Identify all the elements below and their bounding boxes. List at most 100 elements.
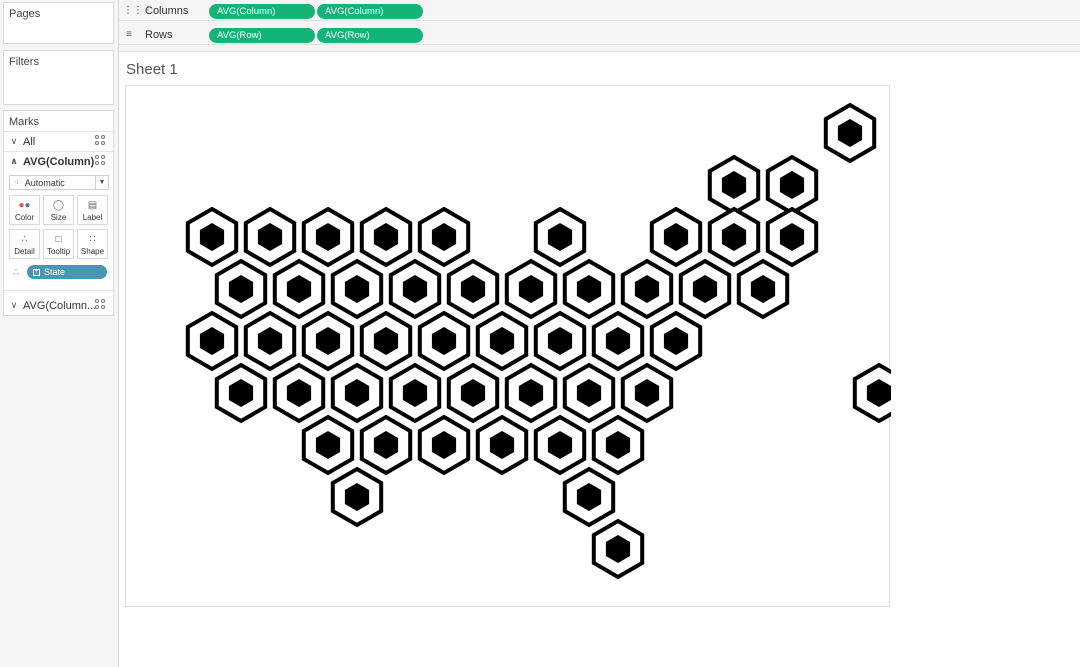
state-hex-mark[interactable] <box>272 362 326 424</box>
state-hex-mark[interactable] <box>591 414 645 476</box>
filters-title: Filters <box>9 56 39 68</box>
state-hex-mark[interactable] <box>475 414 529 476</box>
automatic-marks-icon: ⁘ <box>14 178 21 187</box>
state-hex-mark[interactable] <box>301 310 355 372</box>
columns-shelf[interactable]: ⋮⋮⋮ Columns AVG(Column) AVG(Column) <box>119 1 1080 21</box>
state-hex-mark[interactable] <box>504 258 558 320</box>
automatic-marks-icon <box>95 155 107 167</box>
columns-icon: ⋮⋮⋮ <box>123 5 153 16</box>
state-hex-mark[interactable] <box>243 310 297 372</box>
state-hex-mark[interactable] <box>504 362 558 424</box>
columns-pill-2[interactable]: AVG(Column) <box>317 4 423 19</box>
state-hex-mark[interactable] <box>707 154 761 216</box>
state-hex-mark[interactable] <box>707 206 761 268</box>
tooltip-button[interactable]: □ Tooltip <box>43 229 74 259</box>
size-button[interactable]: ◯ Size <box>43 195 74 225</box>
color-icon: ●● <box>18 200 31 211</box>
color-button[interactable]: ●● Color <box>9 195 40 225</box>
marks-title: Marks <box>9 116 39 128</box>
rows-icon: ≡ <box>126 29 132 40</box>
plus-box-icon: + <box>33 268 40 276</box>
chevron-up-icon: ∧ <box>10 156 18 166</box>
mark-type-dropdown[interactable]: ⁘ Automatic ▼ <box>9 175 109 190</box>
state-hex-mark[interactable] <box>765 206 819 268</box>
state-hex-mark[interactable] <box>591 518 645 580</box>
label-icon: ▤ <box>87 200 98 211</box>
label-button[interactable]: ▤ Label <box>77 195 108 225</box>
marks-card: Marks ∨ All ∧ AVG(Column) ⁘ Automatic ▼ … <box>3 110 114 316</box>
rows-pill-1[interactable]: AVG(Row) <box>209 28 315 43</box>
state-hex-mark[interactable] <box>388 362 442 424</box>
marks-all-row[interactable]: ∨ All <box>4 132 113 151</box>
size-icon: ◯ <box>52 200 65 211</box>
chevron-down-icon: ∨ <box>10 300 18 310</box>
state-pill[interactable]: + State <box>27 265 107 279</box>
state-hex-mark[interactable] <box>765 154 819 216</box>
marks-avg-column-row[interactable]: ∧ AVG(Column) <box>4 152 113 171</box>
left-panel: Pages Filters Marks ∨ All ∧ AVG(Column) … <box>0 0 119 667</box>
automatic-marks-icon <box>95 299 107 311</box>
shape-button-label: Shape <box>80 247 105 256</box>
state-hex-mark[interactable] <box>475 310 529 372</box>
marks-avg-column2-label: AVG(Column... <box>23 299 97 312</box>
sheet-title[interactable]: Sheet 1 <box>126 61 178 78</box>
state-hex-mark[interactable] <box>649 206 703 268</box>
state-hex-mark[interactable] <box>562 466 616 528</box>
state-hex-mark[interactable] <box>330 362 384 424</box>
state-hex-mark[interactable] <box>330 466 384 528</box>
state-hex-mark[interactable] <box>823 102 877 164</box>
detail-marks-icon: ∴ <box>13 267 19 277</box>
state-hex-mark[interactable] <box>533 206 587 268</box>
columns-label: Columns <box>145 5 189 17</box>
state-hex-mark[interactable] <box>852 362 891 424</box>
rows-pill-2[interactable]: AVG(Row) <box>317 28 423 43</box>
tooltip-icon: □ <box>55 234 62 245</box>
dropdown-arrow-icon: ▼ <box>95 176 108 189</box>
columns-pill-1[interactable]: AVG(Column) <box>209 4 315 19</box>
state-hex-mark[interactable] <box>446 258 500 320</box>
hex-map-view[interactable] <box>125 85 891 607</box>
state-hex-mark[interactable] <box>330 258 384 320</box>
state-hex-mark[interactable] <box>388 258 442 320</box>
state-hex-mark[interactable] <box>649 310 703 372</box>
state-hex-mark[interactable] <box>301 206 355 268</box>
rows-shelf[interactable]: ≡ Rows AVG(Row) AVG(Row) <box>119 25 1080 45</box>
hex-map-svg <box>185 102 891 580</box>
detail-button[interactable]: ∴ Detail <box>9 229 40 259</box>
state-hex-mark[interactable] <box>359 206 413 268</box>
filters-card[interactable]: Filters <box>3 50 114 105</box>
state-hex-mark[interactable] <box>185 310 239 372</box>
state-hex-mark[interactable] <box>214 362 268 424</box>
state-hex-mark[interactable] <box>272 258 326 320</box>
detail-icon: ∴ <box>21 234 28 245</box>
state-hex-mark[interactable] <box>185 206 239 268</box>
state-hex-mark[interactable] <box>417 414 471 476</box>
state-hex-mark[interactable] <box>301 414 355 476</box>
label-button-label: Label <box>82 213 103 222</box>
state-hex-mark[interactable] <box>533 310 587 372</box>
state-hex-mark[interactable] <box>620 362 674 424</box>
marks-all-label: All <box>23 135 36 148</box>
worksheet-canvas: Sheet 1 <box>119 51 1080 667</box>
chevron-down-icon: ∨ <box>10 136 18 146</box>
state-hex-mark[interactable] <box>562 362 616 424</box>
state-hex-mark[interactable] <box>214 258 268 320</box>
state-hex-mark[interactable] <box>591 310 645 372</box>
color-button-label: Color <box>14 213 35 222</box>
state-hex-mark[interactable] <box>533 414 587 476</box>
pages-card[interactable]: Pages <box>3 2 114 44</box>
mark-type-value: Automatic <box>24 177 65 188</box>
state-hex-mark[interactable] <box>417 206 471 268</box>
state-hex-mark[interactable] <box>359 414 413 476</box>
state-hex-mark[interactable] <box>359 310 413 372</box>
pages-title: Pages <box>9 8 41 20</box>
state-hex-mark[interactable] <box>620 258 674 320</box>
state-hex-mark[interactable] <box>736 258 790 320</box>
state-hex-mark[interactable] <box>678 258 732 320</box>
marks-avg-column2-row[interactable]: ∨ AVG(Column... <box>4 296 113 315</box>
state-hex-mark[interactable] <box>417 310 471 372</box>
shape-button[interactable]: ∷ Shape <box>77 229 108 259</box>
state-hex-mark[interactable] <box>243 206 297 268</box>
state-hex-mark[interactable] <box>562 258 616 320</box>
state-hex-mark[interactable] <box>446 362 500 424</box>
